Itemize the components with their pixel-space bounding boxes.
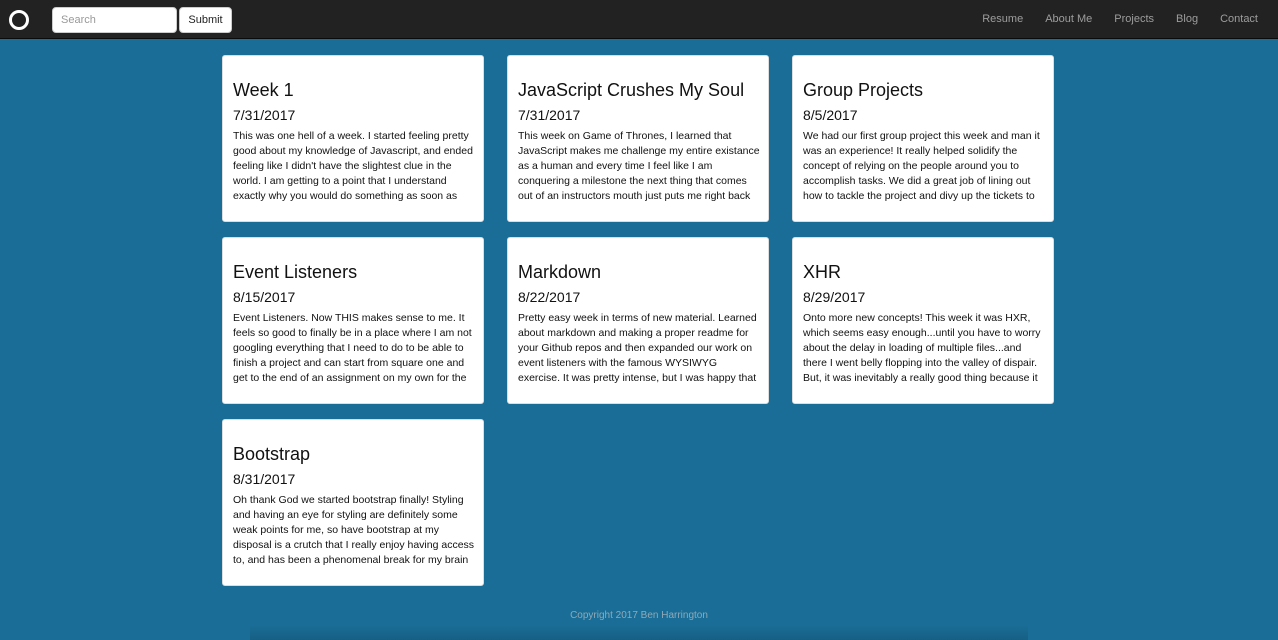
blog-card[interactable]: Group Projects 8/5/2017 We had our first… (792, 55, 1054, 222)
blog-card[interactable]: XHR 8/29/2017 Onto more new concepts! Th… (792, 237, 1054, 404)
card-title: JavaScript Crushes My Soul (518, 80, 745, 100)
card-date: 8/31/2017 (233, 471, 296, 487)
card-excerpt: This was one hell of a week. I started f… (233, 130, 473, 201)
card-excerpt: Onto more new concepts! This week it was… (803, 312, 1041, 383)
nav-link-resume[interactable]: Resume (982, 0, 1023, 39)
card-excerpt: This week on Game of Thrones, I learned … (518, 130, 760, 201)
card-title: Bootstrap (233, 444, 311, 464)
footer-shadow (250, 626, 1028, 640)
circle-logo-icon[interactable] (9, 10, 29, 30)
footer-copyright: Copyright 2017 Ben Harrington (570, 610, 708, 621)
nav-links: Resume About Me Projects Blog Contact (982, 0, 1278, 39)
card-excerpt: Event Listeners. Now THIS makes sense to… (233, 312, 472, 383)
card-title: Group Projects (803, 80, 924, 100)
card-date: 8/22/2017 (518, 289, 581, 305)
search-input[interactable] (52, 7, 177, 33)
blog-card[interactable]: Bootstrap 8/31/2017 Oh thank God we star… (222, 419, 484, 586)
card-title: XHR (803, 262, 842, 282)
card-excerpt: Oh thank God we started bootstrap finall… (233, 494, 475, 565)
card-date: 7/31/2017 (233, 107, 296, 123)
nav-link-projects[interactable]: Projects (1114, 0, 1154, 39)
card-excerpt: Pretty easy week in terms of new materia… (518, 312, 757, 383)
card-title: Markdown (518, 262, 602, 282)
card-title: Week 1 (233, 80, 294, 100)
card-title: Event Listeners (233, 262, 358, 282)
blog-card[interactable]: Markdown 8/22/2017 Pretty easy week in t… (507, 237, 769, 404)
nav-link-about-me[interactable]: About Me (1045, 0, 1092, 39)
blog-card[interactable]: Week 1 7/31/2017 This was one hell of a … (222, 55, 484, 222)
submit-button[interactable]: Submit (179, 7, 232, 33)
blog-card[interactable]: JavaScript Crushes My Soul 7/31/2017 Thi… (507, 55, 769, 222)
card-date: 8/29/2017 (803, 289, 866, 305)
card-date: 8/15/2017 (233, 289, 296, 305)
top-navbar: Submit Resume About Me Projects Blog Con… (0, 0, 1278, 39)
nav-link-blog[interactable]: Blog (1176, 0, 1198, 39)
card-date: 7/31/2017 (518, 107, 581, 123)
card-excerpt: We had our first group project this week… (803, 130, 1040, 201)
card-date: 8/5/2017 (803, 107, 858, 123)
blog-card[interactable]: Event Listeners 8/15/2017 Event Listener… (222, 237, 484, 404)
nav-link-contact[interactable]: Contact (1220, 0, 1258, 39)
